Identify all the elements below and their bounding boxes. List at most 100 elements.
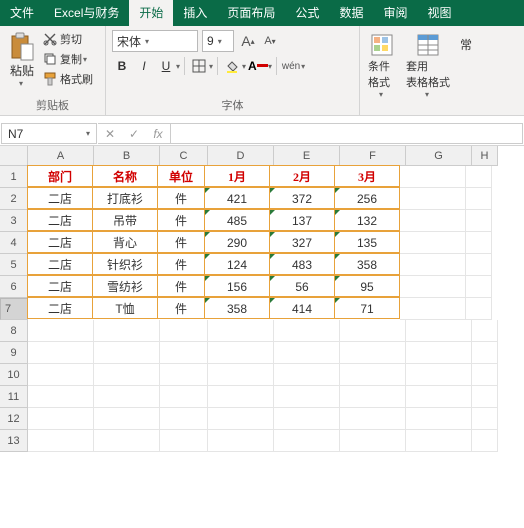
cell-G9[interactable] (406, 342, 472, 364)
col-header-B[interactable]: B (94, 146, 160, 166)
cell-F9[interactable] (340, 342, 406, 364)
conditional-format-button[interactable]: 条件格式▾ (366, 30, 398, 101)
cell-G7[interactable] (400, 298, 466, 320)
fx-button[interactable]: fx (146, 127, 170, 141)
col-header-G[interactable]: G (406, 146, 472, 166)
font-size-select[interactable]: 9▾ (202, 30, 234, 52)
font-name-select[interactable]: 宋体▾ (112, 30, 198, 52)
bold-button[interactable]: B (112, 59, 132, 73)
tab-custom[interactable]: Excel与财务 (44, 0, 129, 26)
cell-A8[interactable] (28, 320, 94, 342)
tab-review[interactable]: 审阅 (373, 0, 417, 26)
tab-home[interactable]: 开始 (129, 0, 173, 26)
cell-D9[interactable] (208, 342, 274, 364)
cell-H13[interactable] (472, 430, 498, 452)
row-header-13[interactable]: 13 (0, 430, 28, 452)
cell-G4[interactable] (400, 232, 466, 254)
cell-D4[interactable]: 290 (204, 231, 270, 253)
row-header-2[interactable]: 2 (0, 188, 28, 210)
cell-H1[interactable] (466, 166, 492, 188)
cell-H10[interactable] (472, 364, 498, 386)
select-all-corner[interactable] (0, 146, 28, 166)
cell-H3[interactable] (466, 210, 492, 232)
cell-B1[interactable]: 名称 (92, 165, 158, 187)
cell-E10[interactable] (274, 364, 340, 386)
cell-D5[interactable]: 124 (204, 253, 270, 275)
border-button[interactable] (189, 56, 209, 76)
cell-B4[interactable]: 背心 (92, 231, 158, 253)
cell-G6[interactable] (400, 276, 466, 298)
cell-B13[interactable] (94, 430, 160, 452)
col-header-C[interactable]: C (160, 146, 208, 166)
cell-D12[interactable] (208, 408, 274, 430)
cell-C11[interactable] (160, 386, 208, 408)
cell-F12[interactable] (340, 408, 406, 430)
cell-H2[interactable] (466, 188, 492, 210)
name-box[interactable]: N7▾ (1, 123, 97, 144)
cell-G8[interactable] (406, 320, 472, 342)
cell-E9[interactable] (274, 342, 340, 364)
cell-H4[interactable] (466, 232, 492, 254)
cell-H5[interactable] (466, 254, 492, 276)
cell-E3[interactable]: 137 (269, 209, 335, 231)
tab-file[interactable]: 文件 (0, 0, 44, 26)
cell-G13[interactable] (406, 430, 472, 452)
cell-C10[interactable] (160, 364, 208, 386)
cell-B9[interactable] (94, 342, 160, 364)
cell-B12[interactable] (94, 408, 160, 430)
cell-F8[interactable] (340, 320, 406, 342)
row-header-3[interactable]: 3 (0, 210, 28, 232)
format-painter-button[interactable]: 格式刷 (42, 70, 94, 88)
cell-style-button[interactable]: 常 (458, 30, 474, 101)
tab-view[interactable]: 视图 (417, 0, 461, 26)
cell-A9[interactable] (28, 342, 94, 364)
cell-F6[interactable]: 95 (334, 275, 400, 297)
cell-C3[interactable]: 件 (157, 209, 205, 231)
cell-E6[interactable]: 56 (269, 275, 335, 297)
cell-G5[interactable] (400, 254, 466, 276)
cell-G1[interactable] (400, 166, 466, 188)
cell-E2[interactable]: 372 (269, 187, 335, 209)
cell-A3[interactable]: 二店 (27, 209, 93, 231)
cell-A11[interactable] (28, 386, 94, 408)
cancel-formula-button[interactable]: ✕ (98, 127, 122, 141)
table-format-button[interactable]: 套用 表格格式▾ (404, 30, 452, 101)
row-header-11[interactable]: 11 (0, 386, 28, 408)
cell-E1[interactable]: 2月 (269, 165, 335, 187)
cell-A13[interactable] (28, 430, 94, 452)
formula-input[interactable] (171, 123, 523, 144)
cut-button[interactable]: 剪切 (42, 30, 94, 48)
cell-B8[interactable] (94, 320, 160, 342)
col-header-H[interactable]: H (472, 146, 498, 166)
paste-button[interactable]: 粘贴 ▾ (6, 30, 38, 90)
cell-F1[interactable]: 3月 (334, 165, 400, 187)
cell-A2[interactable]: 二店 (27, 187, 93, 209)
cell-G10[interactable] (406, 364, 472, 386)
row-header-4[interactable]: 4 (0, 232, 28, 254)
cell-C13[interactable] (160, 430, 208, 452)
col-header-A[interactable]: A (28, 146, 94, 166)
cell-D11[interactable] (208, 386, 274, 408)
cell-B5[interactable]: 针织衫 (92, 253, 158, 275)
cell-D1[interactable]: 1月 (204, 165, 270, 187)
cell-A12[interactable] (28, 408, 94, 430)
italic-button[interactable]: I (134, 59, 154, 73)
cell-H12[interactable] (472, 408, 498, 430)
cell-D7[interactable]: 358 (204, 297, 270, 319)
cell-A7[interactable]: 二店 (27, 297, 93, 319)
cell-G11[interactable] (406, 386, 472, 408)
row-header-12[interactable]: 12 (0, 408, 28, 430)
row-header-6[interactable]: 6 (0, 276, 28, 298)
cell-B10[interactable] (94, 364, 160, 386)
cell-B2[interactable]: 打底衫 (92, 187, 158, 209)
cell-H7[interactable] (466, 298, 492, 320)
underline-button[interactable]: U (156, 59, 176, 73)
cell-C6[interactable]: 件 (157, 275, 205, 297)
cell-E8[interactable] (274, 320, 340, 342)
col-header-E[interactable]: E (274, 146, 340, 166)
cell-F5[interactable]: 358 (334, 253, 400, 275)
fill-color-button[interactable] (222, 56, 242, 76)
cell-A1[interactable]: 部门 (27, 165, 93, 187)
cell-E13[interactable] (274, 430, 340, 452)
increase-font-button[interactable]: A▴ (238, 31, 258, 51)
